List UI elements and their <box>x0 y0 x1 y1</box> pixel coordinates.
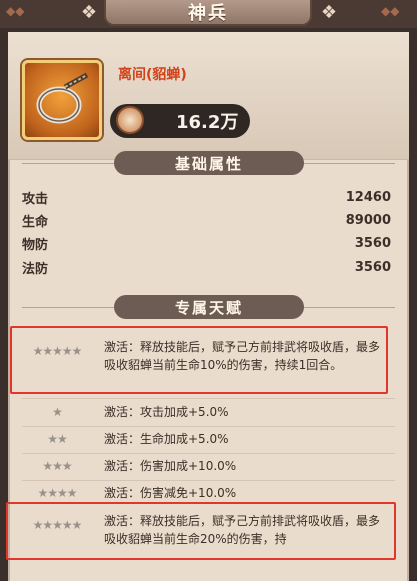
talent-row: ★★★★ 激活：伤害减免+10.0% <box>22 484 395 502</box>
attribute-value: 3560 <box>354 235 391 251</box>
divider <box>22 453 395 454</box>
highlight-box <box>6 502 396 560</box>
ornament-left-icon: ◆◆ <box>6 4 25 18</box>
power-gem-icon <box>116 106 144 134</box>
item-name: 离间(貂蝉) <box>118 67 187 83</box>
whip-icon <box>36 72 89 124</box>
highlight-box <box>10 326 388 394</box>
attribute-label: 物防 <box>22 237 49 253</box>
attribute-label: 攻击 <box>22 191 49 207</box>
attribute-row: 法防 3560 <box>22 256 395 278</box>
section-title: 基础属性 <box>174 154 243 173</box>
power-value: 16.2万 <box>176 112 239 133</box>
attribute-label: 生命 <box>22 214 49 230</box>
attribute-value: 3560 <box>354 259 391 275</box>
talent-description: 激活：攻击加成+5.0% <box>104 405 229 419</box>
ornament-right-icon: ◆◆ <box>381 4 400 18</box>
title-plate: 神兵 <box>104 0 312 26</box>
talent-row: ★★ 激活：生命加成+5.0% <box>22 430 395 452</box>
attribute-value: 12460 <box>345 189 391 205</box>
talent-description: 激活：生命加成+5.0% <box>104 432 229 446</box>
item-slot[interactable] <box>22 60 102 140</box>
talent-row: ★★★ 激活：伤害加成+10.0% <box>22 457 395 479</box>
attribute-row: 物防 3560 <box>22 232 395 254</box>
talent-description: 激活：伤害减免+10.0% <box>104 486 237 500</box>
attribute-label: 法防 <box>22 261 49 277</box>
attribute-row: 攻击 12460 <box>22 186 395 208</box>
star-rating-icon: ★ <box>52 405 63 419</box>
title-bar: ◆◆ ◆◆ ❖ 神兵 ❖ <box>0 0 417 28</box>
title-ornament-left-icon: ❖ <box>80 2 98 23</box>
star-rating-icon: ★★★ <box>42 459 72 473</box>
base-attributes-header: 基础属性 <box>114 151 304 175</box>
talent-row: ★ 激活：攻击加成+5.0% <box>22 403 395 425</box>
divider <box>22 480 395 481</box>
exclusive-talent-header: 专属天赋 <box>114 295 304 319</box>
attribute-value: 89000 <box>345 212 391 228</box>
divider <box>22 426 395 427</box>
attribute-row: 生命 89000 <box>22 209 395 231</box>
star-rating-icon: ★★★★ <box>37 486 77 500</box>
talent-description: 激活：伤害加成+10.0% <box>104 459 237 473</box>
divider <box>22 398 395 399</box>
title-ornament-right-icon: ❖ <box>320 2 338 23</box>
page-title: 神兵 <box>188 3 228 24</box>
section-title: 专属天赋 <box>174 298 243 317</box>
star-rating-icon: ★★ <box>47 432 68 446</box>
